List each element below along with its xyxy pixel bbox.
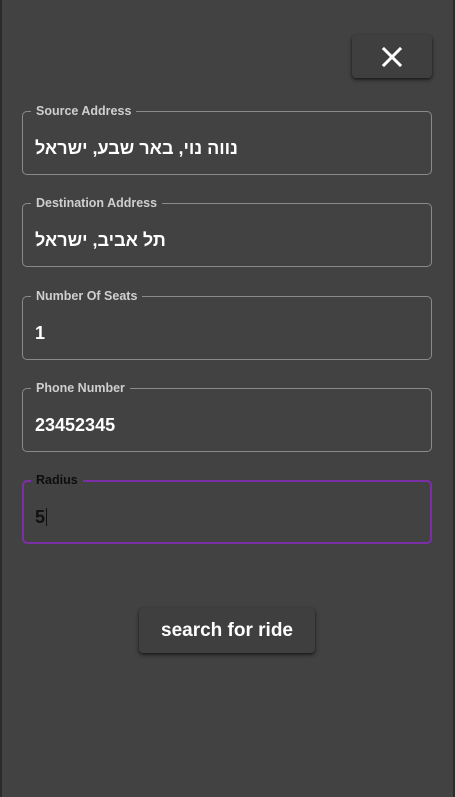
radius-input-wrap[interactable]: 5 <box>35 506 48 528</box>
number-of-seats-input[interactable]: 1 <box>35 322 45 344</box>
destination-address-input[interactable]: תל אביב, ישראל <box>35 229 166 251</box>
phone-number-label: Phone Number <box>31 380 130 396</box>
source-address-field[interactable]: Source Address נווה נוי, באר שבע, ישראל <box>22 103 432 175</box>
radius-label: Radius <box>31 472 83 488</box>
close-icon <box>382 46 402 67</box>
radius-field[interactable]: Radius 5 <box>22 472 432 544</box>
destination-address-label: Destination Address <box>31 195 163 211</box>
close-button[interactable] <box>352 35 432 78</box>
phone-number-input[interactable]: 23452345 <box>35 414 115 436</box>
phone-number-field[interactable]: Phone Number 23452345 <box>22 380 432 452</box>
source-address-label: Source Address <box>31 103 137 119</box>
text-caret <box>46 508 48 526</box>
search-for-ride-button[interactable]: search for ride <box>139 608 315 653</box>
search-ride-panel: Source Address נווה נוי, באר שבע, ישראל … <box>2 0 453 797</box>
source-address-input[interactable]: נווה נוי, באר שבע, ישראל <box>35 137 238 159</box>
number-of-seats-field[interactable]: Number Of Seats 1 <box>22 288 432 360</box>
number-of-seats-label: Number Of Seats <box>31 288 143 304</box>
destination-address-field[interactable]: Destination Address תל אביב, ישראל <box>22 195 432 267</box>
radius-input[interactable]: 5 <box>35 507 45 527</box>
